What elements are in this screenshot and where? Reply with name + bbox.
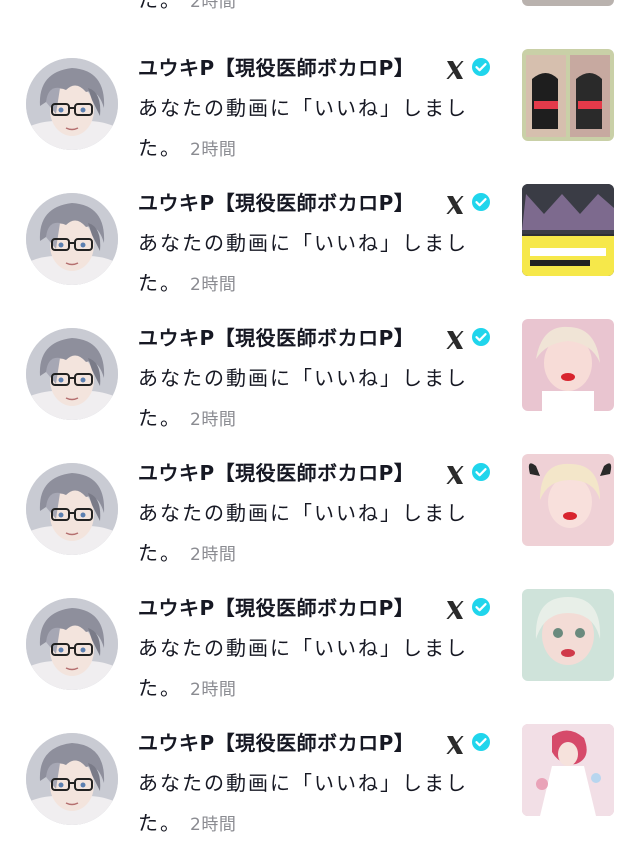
video-thumbnail[interactable] xyxy=(522,49,614,141)
avatar[interactable] xyxy=(26,193,118,285)
notification-message: あなたの動画に「いいね」しまし た。 2時間 xyxy=(138,628,488,710)
timestamp: 2時間 xyxy=(190,140,237,160)
notification-item[interactable]: ユウキP【現役医師ボカロP】 あなたの動画に「いいね」しまし た。 2時間 xyxy=(0,310,640,445)
verified-check-icon xyxy=(472,58,490,76)
x-logo-icon xyxy=(446,736,464,754)
message-text-end: た。 xyxy=(138,811,182,835)
user-name[interactable]: ユウキP【現役医師ボカロP】 xyxy=(138,459,414,487)
verified-check-icon xyxy=(472,193,490,211)
notification-message: あなたの動画に「いいね」しまし た。 2時間 xyxy=(138,493,488,575)
user-name[interactable]: ユウキP【現役医師ボカロP】 xyxy=(138,54,414,82)
message-text-end: た。 xyxy=(138,136,182,160)
message-text-end: た。 xyxy=(138,406,182,430)
user-name[interactable]: ユウキP【現役医師ボカロP】 xyxy=(138,729,414,757)
avatar[interactable] xyxy=(26,598,118,690)
message-text: あなたの動画に「いいね」しまし xyxy=(138,501,468,525)
verified-check-icon xyxy=(472,733,490,751)
video-thumbnail[interactable] xyxy=(522,319,614,411)
timestamp: 2時間 xyxy=(190,545,237,565)
verified-check-icon xyxy=(472,598,490,616)
message-text-end: た。 xyxy=(138,676,182,700)
message-text: あなたの動画に「いいね」しまし xyxy=(138,636,468,660)
timestamp: 2時間 xyxy=(190,275,237,295)
avatar[interactable] xyxy=(26,463,118,555)
message-text-end: た。 xyxy=(138,541,182,565)
user-name[interactable]: ユウキP【現役医師ボカロP】 xyxy=(138,324,414,352)
user-name[interactable]: ユウキP【現役医師ボカロP】 xyxy=(138,189,414,217)
message-text: あなたの動画に「いいね」しまし xyxy=(138,366,468,390)
verified-check-icon xyxy=(472,328,490,346)
notification-message: あなたの動画に「いいね」しまし た。 2時間 xyxy=(138,88,488,170)
avatar[interactable] xyxy=(26,733,118,825)
notification-message: あなたの動画に「いいね」しまし た。 2時間 xyxy=(138,223,488,305)
x-logo-icon xyxy=(446,61,464,79)
partial-message: た。 2時間 xyxy=(138,0,236,22)
x-logo-icon xyxy=(446,331,464,349)
notification-item[interactable]: ユウキP【現役医師ボカロP】 あなたの動画に「いいね」しまし た。 2時間 xyxy=(0,175,640,310)
message-text: あなたの動画に「いいね」しまし xyxy=(138,231,468,255)
timestamp: 2時間 xyxy=(190,680,237,700)
avatar[interactable] xyxy=(26,328,118,420)
message-text: あなたの動画に「いいね」しまし xyxy=(138,771,468,795)
user-name[interactable]: ユウキP【現役医師ボカロP】 xyxy=(138,594,414,622)
video-thumbnail[interactable] xyxy=(522,454,614,546)
x-logo-icon xyxy=(446,601,464,619)
notification-item[interactable]: ユウキP【現役医師ボカロP】 あなたの動画に「いいね」しまし た。 2時間 xyxy=(0,445,640,580)
notification-item[interactable]: ユウキP【現役医師ボカロP】 あなたの動画に「いいね」しまし た。 2時間 xyxy=(0,40,640,175)
partial-video-thumbnail[interactable] xyxy=(522,0,614,6)
verified-check-icon xyxy=(472,463,490,481)
notification-item[interactable]: ユウキP【現役医師ボカロP】 あなたの動画に「いいね」しまし た。 2時間 xyxy=(0,580,640,715)
message-text: あなたの動画に「いいね」しまし xyxy=(138,96,468,120)
notification-item[interactable]: ユウキP【現役医師ボカロP】 あなたの動画に「いいね」しまし た。 2時間 xyxy=(0,715,640,850)
video-thumbnail[interactable] xyxy=(522,184,614,276)
message-text-end: た。 xyxy=(138,271,182,295)
timestamp: 2時間 xyxy=(190,410,237,430)
video-thumbnail[interactable] xyxy=(522,589,614,681)
timestamp: 2時間 xyxy=(190,815,237,835)
notification-message: あなたの動画に「いいね」しまし た。 2時間 xyxy=(138,358,488,440)
x-logo-icon xyxy=(446,196,464,214)
x-logo-icon xyxy=(446,466,464,484)
partial-timestamp: 2時間 xyxy=(190,0,237,12)
video-thumbnail[interactable] xyxy=(522,724,614,816)
notification-message: あなたの動画に「いいね」しまし た。 2時間 xyxy=(138,763,488,845)
avatar[interactable] xyxy=(26,58,118,150)
